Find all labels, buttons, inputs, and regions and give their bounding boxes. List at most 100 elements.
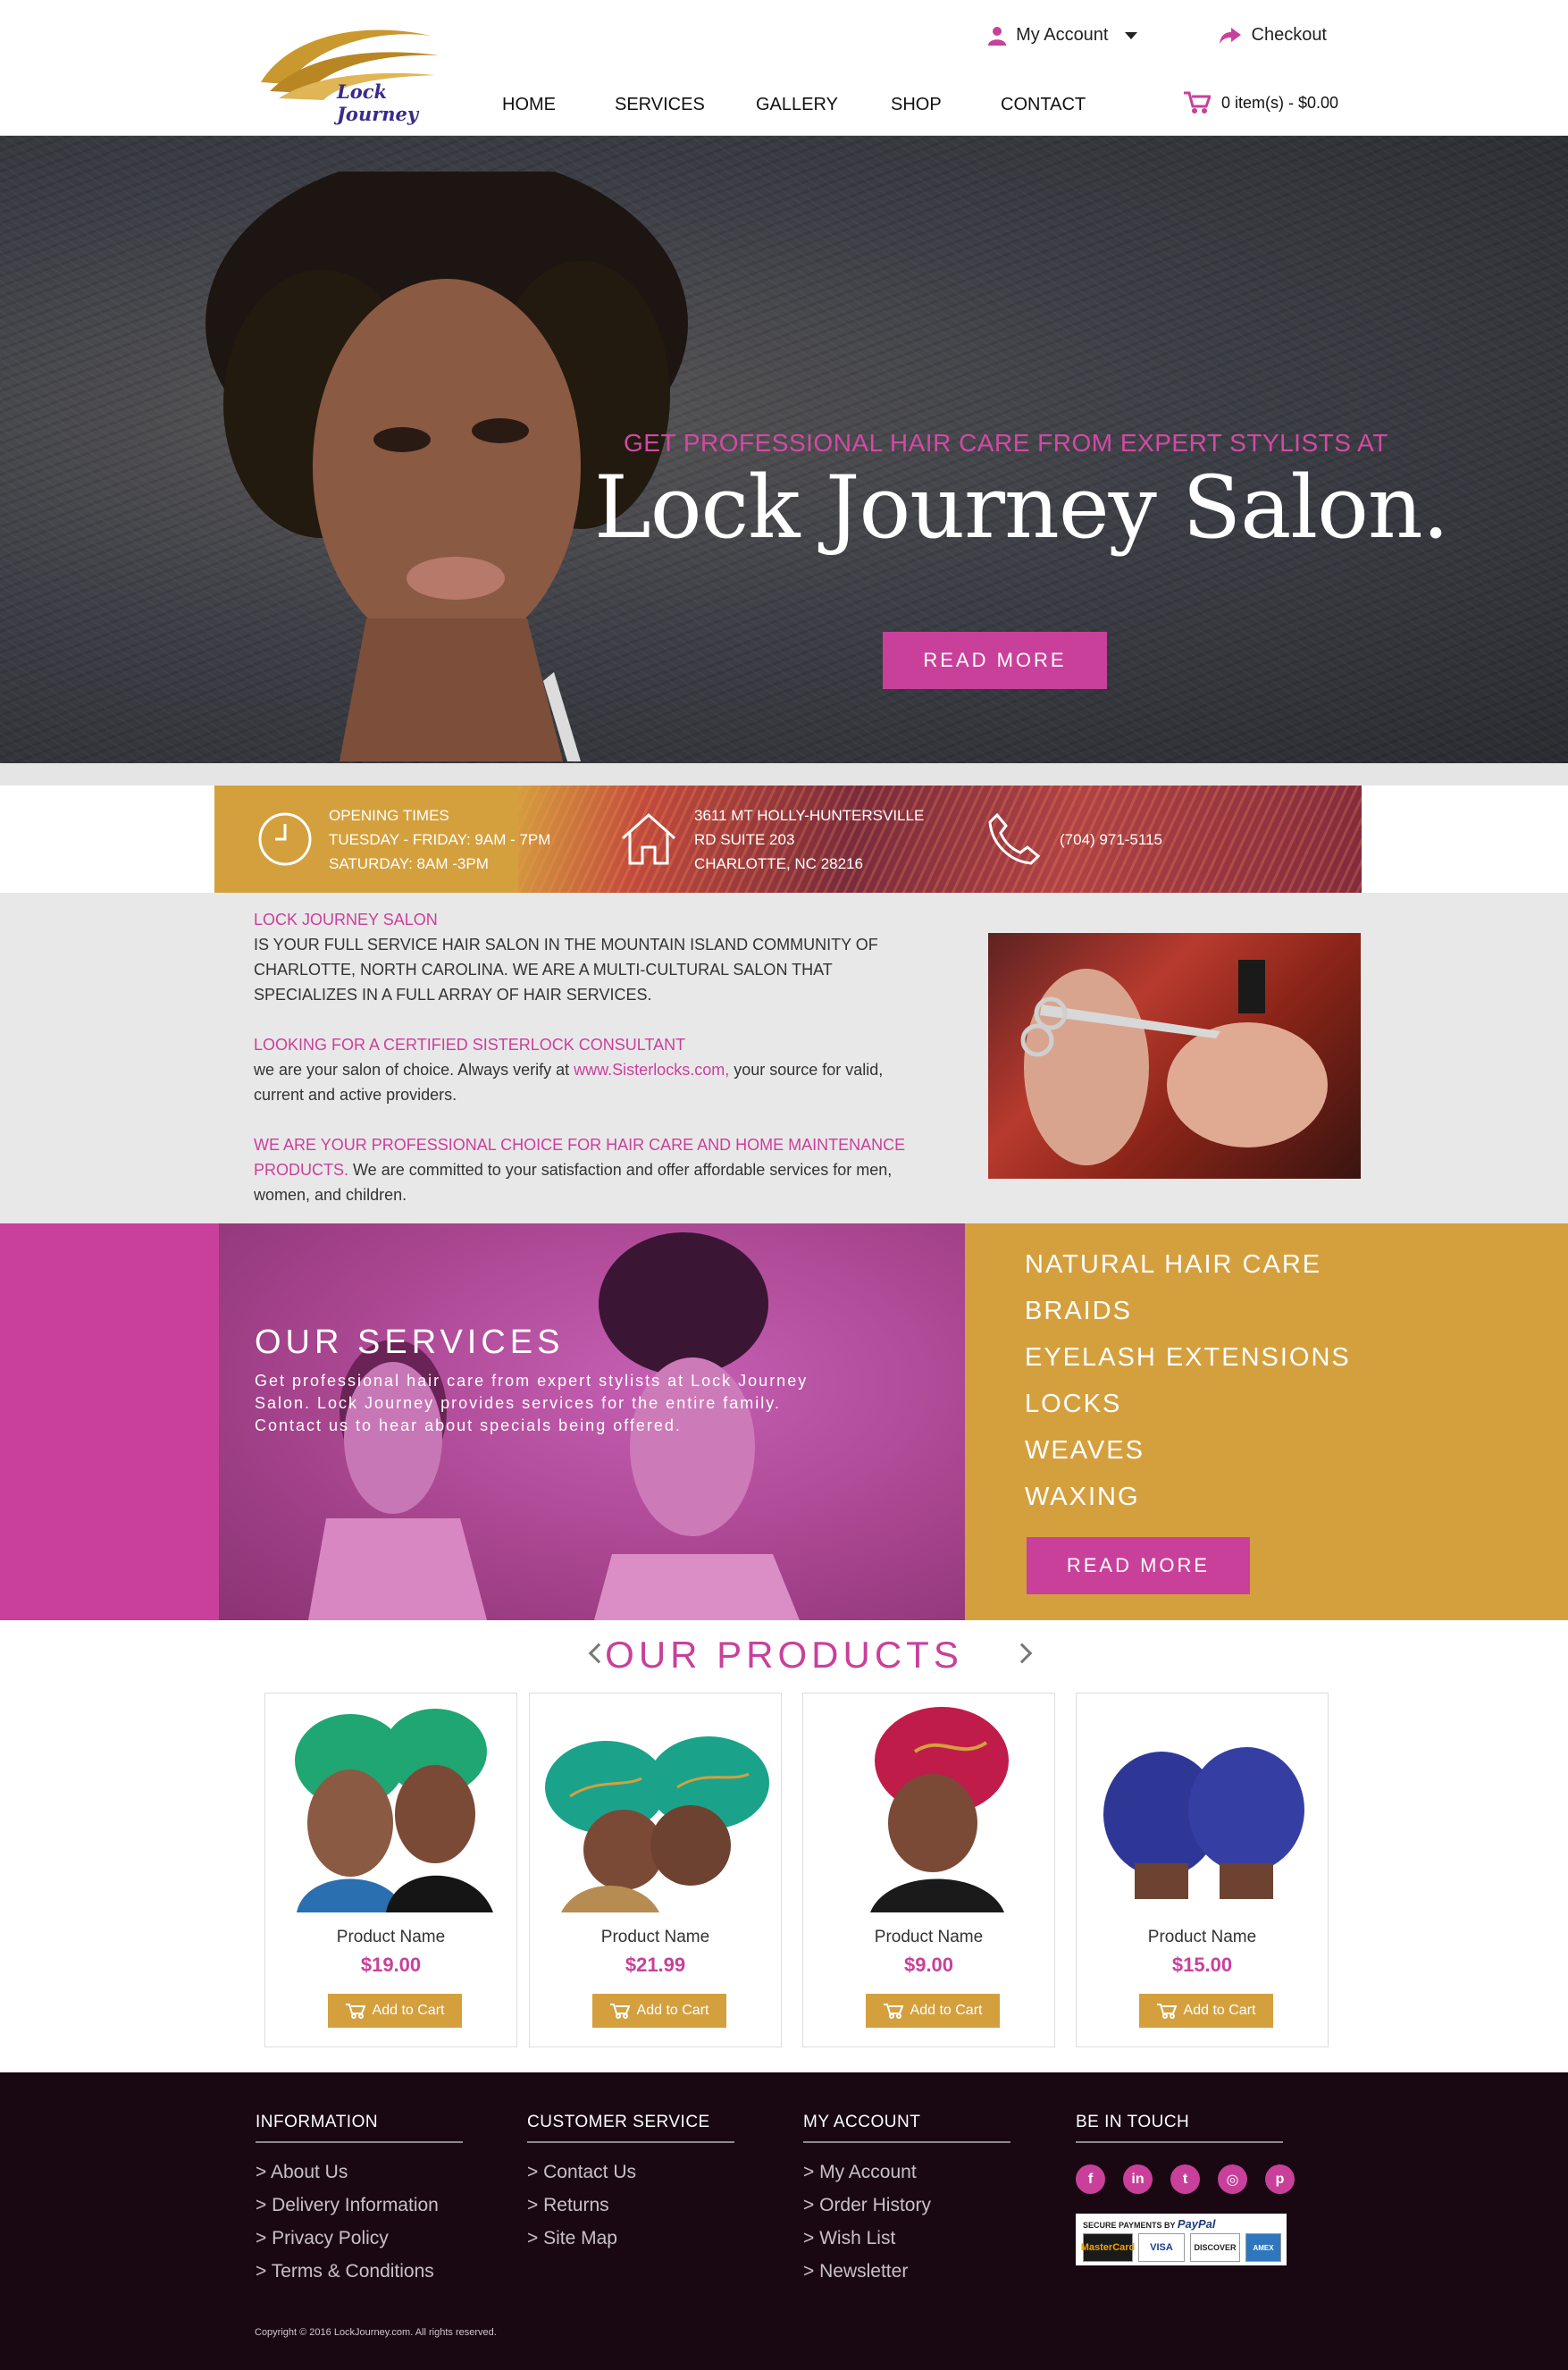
about-paragraph-2: LOOKING FOR A CERTIFIED SISTERLOCK CONSU…	[254, 1032, 933, 1107]
site-logo[interactable]: Lock Journey	[252, 20, 450, 125]
cart-icon	[1184, 91, 1211, 113]
hours-weekday: TUESDAY - FRIDAY: 9AM - 7PM	[329, 830, 551, 848]
service-weaves[interactable]: WEAVES	[1025, 1431, 1351, 1477]
linkedin-icon[interactable]: in	[1123, 2164, 1153, 2194]
checkout-link[interactable]: Checkout	[1218, 25, 1328, 46]
clock-icon	[258, 812, 312, 866]
paypal-badge: SECURE PAYMENTS BY PayPal MasterCard VIS…	[1076, 2214, 1287, 2265]
about-text: LOCK JOURNEY SALON IS YOUR FULL SERVICE …	[254, 907, 933, 1232]
service-eyelash-extensions[interactable]: EYELASH EXTENSIONS	[1025, 1338, 1351, 1384]
services-description: Get professional hair care from expert s…	[255, 1372, 809, 1434]
cart-icon	[609, 2004, 630, 2019]
cart-summary[interactable]: 0 item(s) - $0.00	[1184, 91, 1338, 114]
hours-title: OPENING TIMES	[329, 806, 449, 824]
footer-link-order-history[interactable]: Order History	[803, 2189, 1010, 2222]
cart-icon	[345, 2004, 365, 2019]
user-icon	[988, 26, 1007, 46]
address-line-2: RD SUITE 203	[694, 830, 795, 848]
instagram-icon[interactable]: ◎	[1218, 2164, 1247, 2194]
add-to-cart-button[interactable]: Add to Cart	[1139, 1994, 1273, 2028]
product-name: Product Name	[1147, 1928, 1257, 1946]
footer-information: INFORMATION About Us Delivery Informatio…	[256, 2113, 463, 2288]
product-name: Product Name	[600, 1928, 710, 1946]
about-paragraph-1: LOCK JOURNEY SALON IS YOUR FULL SERVICE …	[254, 907, 933, 1007]
cart-icon	[1156, 2004, 1177, 2019]
hero-title: Lock Journey Salon.	[594, 458, 1449, 558]
services-title: OUR SERVICES	[255, 1324, 565, 1361]
services-read-more-button[interactable]: READ MORE	[1027, 1537, 1250, 1594]
site-footer: INFORMATION About Us Delivery Informatio…	[0, 2072, 1568, 2370]
about-body-1: IS YOUR FULL SERVICE HAIR SALON IN THE M…	[254, 936, 878, 1004]
products-header: OUR PRODUCTS	[0, 1634, 1568, 1677]
footer-link-about-us[interactable]: About Us	[256, 2156, 463, 2189]
nav-services[interactable]: SERVICES	[615, 95, 756, 115]
service-locks[interactable]: LOCKS	[1025, 1384, 1351, 1431]
nav-gallery[interactable]: GALLERY	[756, 95, 891, 115]
my-account-label: My Account	[1016, 25, 1109, 45]
footer-link-newsletter[interactable]: Newsletter	[803, 2255, 1010, 2288]
product-image	[808, 1698, 1050, 1912]
add-to-cart-button[interactable]: Add to Cart	[866, 1994, 1000, 2028]
add-to-cart-label: Add to Cart	[1183, 2003, 1256, 2018]
cart-icon	[883, 2004, 903, 2019]
main-nav: HOME SERVICES GALLERY SHOP CONTACT	[502, 95, 1086, 115]
footer-link-delivery[interactable]: Delivery Information	[256, 2189, 463, 2222]
add-to-cart-label: Add to Cart	[636, 2003, 709, 2018]
nav-home[interactable]: HOME	[502, 95, 615, 115]
add-to-cart-button[interactable]: Add to Cart	[592, 1994, 726, 2028]
service-natural-hair-care[interactable]: NATURAL HAIR CARE	[1025, 1245, 1351, 1291]
footer-link-site-map[interactable]: Site Map	[527, 2222, 734, 2255]
hours-saturday: SATURDAY: 8AM -3PM	[329, 854, 489, 872]
amex-logo: AMEX	[1245, 2233, 1281, 2262]
add-to-cart-button[interactable]: Add to Cart	[328, 1994, 462, 2028]
nav-shop[interactable]: SHOP	[891, 95, 1001, 115]
footer-link-returns[interactable]: Returns	[527, 2189, 734, 2222]
share-arrow-icon	[1219, 27, 1241, 44]
visa-logo: VISA	[1138, 2233, 1185, 2262]
phone[interactable]: (704) 971-5115	[985, 786, 1162, 893]
about-title-1: LOCK JOURNEY SALON	[254, 911, 438, 929]
service-waxing[interactable]: WAXING	[1025, 1477, 1351, 1524]
my-account-dropdown[interactable]: My Account	[987, 25, 1137, 46]
product-card[interactable]: Product Name $21.99 Add to Cart	[529, 1693, 782, 2047]
product-image	[270, 1698, 512, 1912]
about-body-2a: we are your salon of choice. Always veri…	[254, 1061, 574, 1079]
service-braids[interactable]: BRAIDS	[1025, 1291, 1351, 1338]
about-title-2: LOOKING FOR A CERTIFIED SISTERLOCK CONSU…	[254, 1036, 686, 1054]
hero-read-more-button[interactable]: READ MORE	[883, 632, 1107, 689]
info-bar: OPENING TIMES TUESDAY - FRIDAY: 9AM - 7P…	[214, 786, 1362, 893]
payment-label: SECURE PAYMENTS BY PayPal	[1083, 2217, 1216, 2231]
footer-link-privacy[interactable]: Privacy Policy	[256, 2222, 463, 2255]
facebook-icon[interactable]: f	[1076, 2164, 1105, 2194]
footer-link-contact-us[interactable]: Contact Us	[527, 2156, 734, 2189]
phone-number: (704) 971-5115	[1060, 830, 1162, 848]
add-to-cart-label: Add to Cart	[910, 2003, 983, 2018]
footer-link-my-account[interactable]: My Account	[803, 2156, 1010, 2189]
mastercard-logo: MasterCard	[1081, 2233, 1135, 2262]
footer-heading: INFORMATION	[256, 2113, 463, 2143]
product-name: Product Name	[336, 1928, 446, 1946]
pinterest-icon[interactable]: p	[1265, 2164, 1295, 2194]
products-title: OUR PRODUCTS	[605, 1634, 963, 1676]
product-card[interactable]: Product Name $9.00 Add to Cart	[802, 1693, 1055, 2047]
hero-subtitle: GET PROFESSIONAL HAIR CARE FROM EXPERT S…	[624, 429, 1388, 457]
product-card[interactable]: Product Name $19.00 Add to Cart	[264, 1693, 517, 2047]
sisterlocks-link[interactable]: www.Sisterlocks.com,	[574, 1061, 729, 1079]
twitter-icon[interactable]: t	[1170, 2164, 1200, 2194]
product-price: $15.00	[1171, 1954, 1233, 1976]
social-links: f in t ◎ p	[1076, 2164, 1295, 2194]
footer-link-wish-list[interactable]: Wish List	[803, 2222, 1010, 2255]
nav-contact[interactable]: CONTACT	[1001, 95, 1086, 115]
stylist-scissors-image	[988, 933, 1361, 1179]
checkout-label: Checkout	[1251, 25, 1328, 45]
product-name: Product Name	[874, 1928, 984, 1946]
about-body-3: We are committed to your satisfaction an…	[254, 1161, 893, 1204]
footer-link-terms[interactable]: Terms & Conditions	[256, 2255, 463, 2288]
product-price: $19.00	[360, 1954, 422, 1976]
home-icon	[621, 812, 676, 865]
cart-text: 0 item(s) - $0.00	[1221, 93, 1339, 112]
separator-band	[0, 763, 1568, 786]
discover-logo: DISCOVER	[1190, 2233, 1240, 2262]
product-image	[534, 1698, 776, 1912]
product-card[interactable]: Product Name $15.00 Add to Cart	[1076, 1693, 1329, 2047]
